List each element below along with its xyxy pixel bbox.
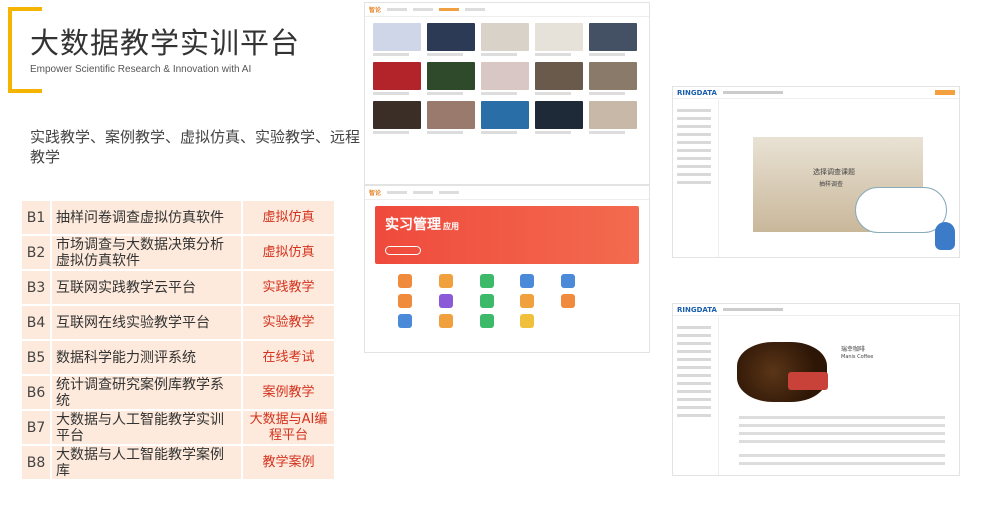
mock-navbar: 智论 xyxy=(365,186,649,200)
thumbnail xyxy=(535,101,583,134)
practice-management-screenshot: 智论 实习管理 应用 xyxy=(364,185,650,353)
page-subtitle: Empower Scientific Research & Innovation… xyxy=(30,64,252,75)
text-line xyxy=(739,454,945,457)
banner-enter-button[interactable] xyxy=(385,246,421,255)
thumbnail xyxy=(481,101,529,134)
product-tag: 在线考试 xyxy=(243,341,334,374)
text-line xyxy=(739,424,945,427)
app-icon[interactable] xyxy=(520,274,535,288)
page-title: 大数据教学实训平台 xyxy=(30,26,301,60)
product-tag: 实验教学 xyxy=(243,306,334,339)
app-icon[interactable] xyxy=(520,314,535,328)
product-row: B6 统计调查研究案例库教学系统 案例教学 xyxy=(22,376,334,409)
thumbnail xyxy=(427,62,475,95)
thumbnail xyxy=(481,62,529,95)
mock-sidebar xyxy=(673,100,719,257)
app-banner: 实习管理 应用 xyxy=(375,206,639,264)
thumbnail xyxy=(589,62,637,95)
product-name: 互联网实践教学云平台 xyxy=(52,271,241,304)
app-icon[interactable] xyxy=(438,294,453,308)
product-row: B7 大数据与人工智能教学实训平台 大数据与AI编程平台 xyxy=(22,411,334,444)
app-icon[interactable] xyxy=(438,274,453,288)
thumbnail xyxy=(373,101,421,134)
thumbnail xyxy=(373,62,421,95)
mock-navbar: 智论 xyxy=(365,3,649,17)
product-row: B5 数据科学能力测评系统 在线考试 xyxy=(22,341,334,374)
app-icon[interactable] xyxy=(560,274,575,288)
slide: 大数据教学实训平台 Empower Scientific Research & … xyxy=(0,0,984,506)
product-code: B8 xyxy=(22,446,50,479)
mock-sidebar xyxy=(673,317,719,475)
product-code: B6 xyxy=(22,376,50,409)
text-line xyxy=(739,440,945,443)
app-icon[interactable] xyxy=(398,294,413,308)
product-tag: 案例教学 xyxy=(243,376,334,409)
app-icon[interactable] xyxy=(438,314,453,328)
thumbnail xyxy=(481,23,529,56)
product-tag: 虚拟仿真 xyxy=(243,236,334,269)
coffee-case-screenshot: RINGDATA 瑞幸咖啡 Manis Coffee xyxy=(672,303,960,476)
app-icon[interactable] xyxy=(479,314,494,328)
speech-cloud xyxy=(855,187,947,233)
mock-logo: 智论 xyxy=(369,190,382,197)
product-row: B3 互联网实践教学云平台 实践教学 xyxy=(22,271,334,304)
text-line xyxy=(739,462,945,465)
case-subtitle: Manis Coffee xyxy=(841,354,874,360)
app-icon xyxy=(601,274,616,288)
app-icon[interactable] xyxy=(398,274,413,288)
case-library-screenshot: 智论 xyxy=(364,2,650,185)
product-name: 抽样问卷调查虚拟仿真软件 xyxy=(52,201,241,234)
product-code: B5 xyxy=(22,341,50,374)
app-icon[interactable] xyxy=(479,294,494,308)
thumbnail xyxy=(535,62,583,95)
app-icon[interactable] xyxy=(520,294,535,308)
text-line xyxy=(739,432,945,435)
mock-logo: RINGDATA xyxy=(677,305,717,314)
product-name: 大数据与人工智能教学实训平台 xyxy=(52,411,241,444)
product-code: B3 xyxy=(22,271,50,304)
product-name: 统计调查研究案例库教学系统 xyxy=(52,376,241,409)
thumbnail xyxy=(427,101,475,134)
app-icon[interactable] xyxy=(398,314,413,328)
app-icon-grid xyxy=(365,264,649,338)
banner-title: 实习管理 应用 xyxy=(385,217,459,233)
thumbnail xyxy=(373,23,421,56)
product-name: 市场调查与大数据决策分析虚拟仿真软件 xyxy=(52,236,241,269)
simulation-screenshot: RINGDATA 选择调查课题 抽样调查 xyxy=(672,86,960,258)
owl-mascot-icon xyxy=(935,222,955,250)
thumbnail xyxy=(589,23,637,56)
product-tag: 大数据与AI编程平台 xyxy=(243,411,334,444)
product-code: B2 xyxy=(22,236,50,269)
case-title: 瑞幸咖啡 xyxy=(841,346,866,353)
thumbnail xyxy=(427,23,475,56)
mock-navbar: RINGDATA xyxy=(673,87,959,99)
text-line xyxy=(739,416,945,419)
product-row: B1 抽样问卷调查虚拟仿真软件 虚拟仿真 xyxy=(22,201,334,234)
mock-logo: 智论 xyxy=(369,7,382,14)
product-row: B4 互联网在线实验教学平台 实验教学 xyxy=(22,306,334,339)
product-row: B8 大数据与人工智能教学案例库 教学案例 xyxy=(22,446,334,479)
product-name: 大数据与人工智能教学案例库 xyxy=(52,446,241,479)
product-code: B4 xyxy=(22,306,50,339)
thumbnail xyxy=(535,23,583,56)
product-tag: 虚拟仿真 xyxy=(243,201,334,234)
product-table: B1 抽样问卷调查虚拟仿真软件 虚拟仿真 B2 市场调查与大数据决策分析虚拟仿真软件虚… xyxy=(22,201,334,481)
product-code: B7 xyxy=(22,411,50,444)
product-name: 互联网在线实验教学平台 xyxy=(52,306,241,339)
thumbnail-grid xyxy=(365,17,649,140)
app-icon[interactable] xyxy=(479,274,494,288)
coffee-capsule-image xyxy=(788,372,828,390)
app-icon[interactable] xyxy=(560,294,575,308)
product-tag: 实践教学 xyxy=(243,271,334,304)
thumbnail xyxy=(589,101,637,134)
product-tag: 教学案例 xyxy=(243,446,334,479)
app-icon xyxy=(601,294,616,308)
product-code: B1 xyxy=(22,201,50,234)
product-row: B2 市场调查与大数据决策分析虚拟仿真软件 虚拟仿真 xyxy=(22,236,334,269)
mock-logo: RINGDATA xyxy=(677,88,717,97)
product-name: 数据科学能力测评系统 xyxy=(52,341,241,374)
intro-text: 实践教学、案例教学、虚拟仿真、实验教学、远程教学 xyxy=(30,128,361,166)
mock-navbar: RINGDATA xyxy=(673,304,959,316)
